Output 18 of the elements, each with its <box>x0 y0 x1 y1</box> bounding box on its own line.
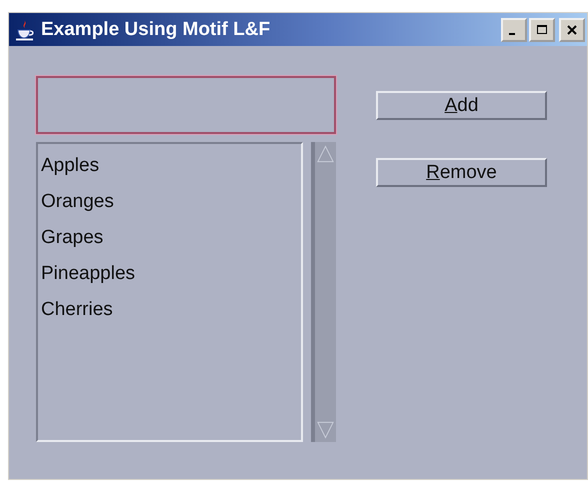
text-field[interactable] <box>36 76 336 134</box>
list-item[interactable]: Pineapples <box>41 256 298 292</box>
window-title: Example Using Motif L&F <box>41 18 272 40</box>
minimize-icon <box>509 32 515 34</box>
list-item[interactable]: Grapes <box>41 220 298 256</box>
list-item[interactable]: Oranges <box>41 184 298 220</box>
close-icon <box>566 24 578 36</box>
action-button[interactable]: Remove <box>376 158 547 187</box>
close-button[interactable] <box>559 18 585 42</box>
scroll-down-arrow-icon[interactable] <box>316 420 335 440</box>
list-item[interactable]: Cherries <box>41 292 298 328</box>
action-button[interactable]: Add <box>376 91 547 120</box>
scroll-up-arrow-icon[interactable] <box>316 144 335 164</box>
coffee-cup-icon <box>15 18 35 40</box>
list-item[interactable]: Apples <box>41 148 298 184</box>
scrollbar[interactable] <box>311 142 336 442</box>
maximize-icon <box>536 24 548 36</box>
maximize-button[interactable] <box>529 18 555 42</box>
